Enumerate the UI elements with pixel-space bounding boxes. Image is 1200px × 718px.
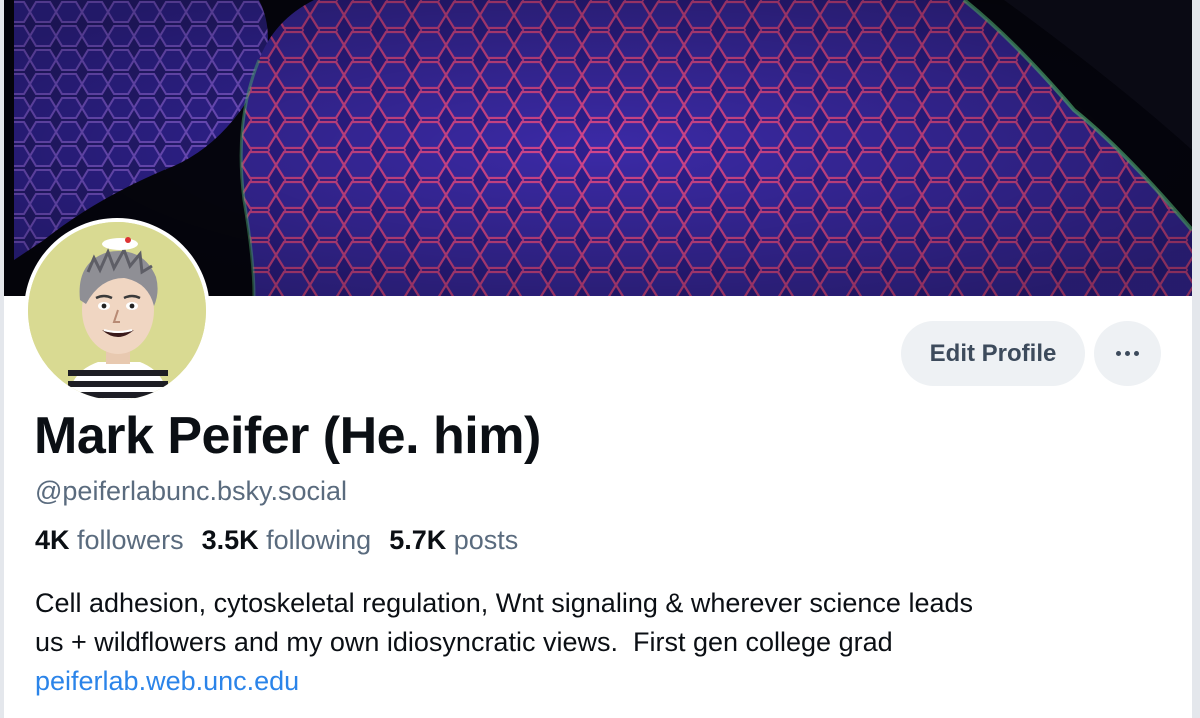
avatar-image [28,222,206,400]
website-link[interactable]: peiferlab.web.unc.edu [35,662,1155,701]
cartoon-portrait-icon [28,222,206,400]
posts-label: posts [453,525,519,555]
bio-line: Cell adhesion, cytoskeletal regulation, … [35,588,973,618]
edit-profile-button[interactable]: Edit Profile [901,321,1085,386]
profile-avatar[interactable] [24,218,210,404]
following-count: 3.5K [201,525,259,555]
posts-stat: 5.7K posts [389,525,518,556]
profile-bio: Cell adhesion, cytoskeletal regulation, … [35,584,1155,701]
followers-count: 4K [35,525,70,555]
ellipsis-icon [1116,351,1139,356]
posts-count: 5.7K [389,525,447,555]
profile-handle: @peiferlabunc.bsky.social [35,476,348,506]
profile-page: Edit Profile Mark Peifer (He. him) @peif… [0,0,1200,718]
display-name: Mark Peifer (He. him) [34,407,541,465]
bio-line: us + wildflowers and my own idiosyncrati… [35,627,893,657]
followers-stat[interactable]: 4K followers [35,525,184,556]
more-options-button[interactable] [1094,321,1161,386]
followers-label: followers [77,525,184,555]
scrollbar-track[interactable] [1192,0,1200,718]
following-stat[interactable]: 3.5K following [202,525,372,556]
following-label: following [266,525,372,555]
profile-stats: 4K followers 3.5K following 5.7K posts [35,525,518,556]
